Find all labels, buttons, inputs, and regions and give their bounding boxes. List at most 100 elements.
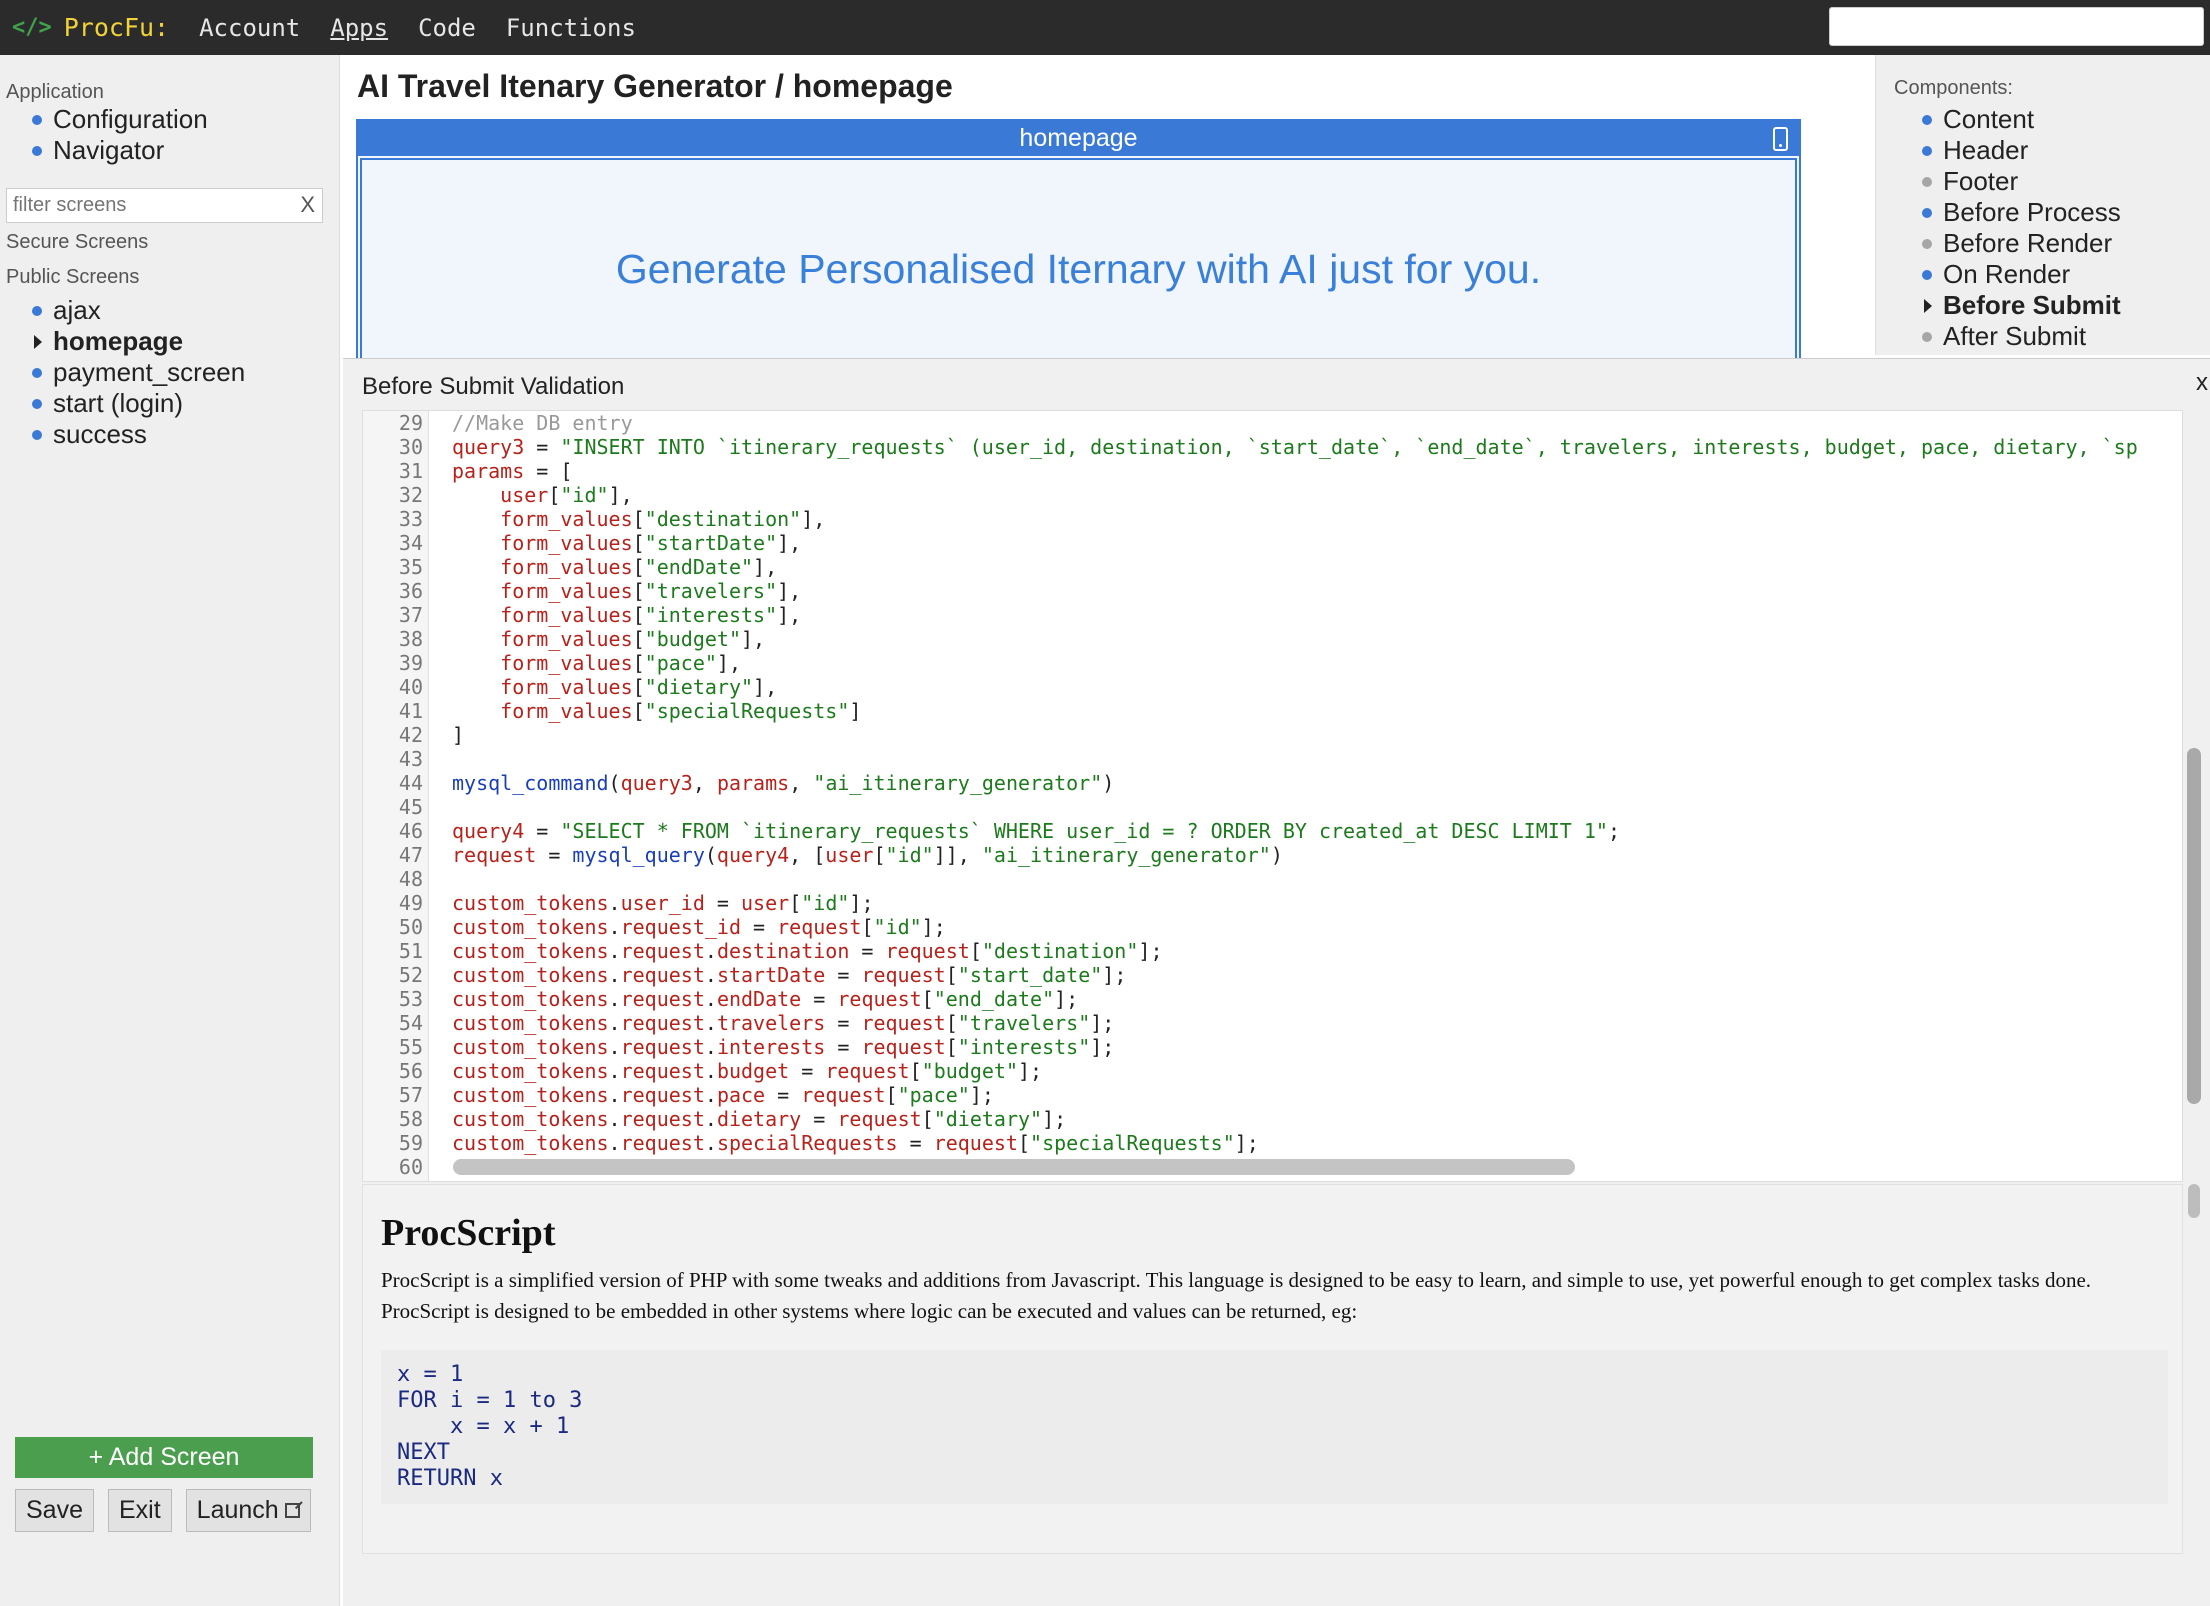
- component-label: Footer: [1943, 166, 2019, 196]
- line-number: 46: [398, 819, 423, 843]
- sidebar-item-payment-screen[interactable]: payment_screen: [32, 357, 339, 388]
- line-number: 60: [398, 1155, 423, 1179]
- component-label: Header: [1943, 135, 2029, 165]
- code-line[interactable]: user["id"],: [452, 483, 632, 507]
- line-number: 43: [398, 747, 423, 771]
- filter-screens-input[interactable]: [7, 189, 322, 222]
- code-line[interactable]: query4 = "SELECT * FROM `itinerary_reque…: [452, 819, 1620, 843]
- editor-vertical-scrollbar[interactable]: [2187, 748, 2201, 1104]
- component-label: Content: [1943, 104, 2035, 134]
- launch-button[interactable]: Launch: [185, 1489, 311, 1532]
- mobile-phone-icon[interactable]: [1773, 127, 1788, 151]
- docs-code-example: x = 1 FOR i = 1 to 3 x = x + 1 NEXT RETU…: [381, 1350, 2168, 1504]
- code-line[interactable]: custom_tokens.request.startDate = reques…: [452, 963, 1126, 987]
- code-line[interactable]: custom_tokens.request_id = request["id"]…: [452, 915, 946, 939]
- code-line[interactable]: form_values["pace"],: [452, 651, 741, 675]
- line-number: 35: [398, 555, 423, 579]
- nav-apps[interactable]: Apps: [330, 14, 388, 42]
- code-line[interactable]: params = [: [452, 459, 572, 483]
- code-line[interactable]: form_values["interests"],: [452, 603, 801, 627]
- brand[interactable]: </> ProcFu:: [12, 13, 169, 42]
- bullet-icon: [32, 114, 42, 125]
- line-number: 54: [398, 1011, 423, 1035]
- overlay-title: Before Submit Validation: [362, 373, 625, 400]
- code-line[interactable]: form_values["destination"],: [452, 507, 825, 531]
- bullet-icon: [1922, 176, 1932, 187]
- secure-screens-heading: Secure Screens: [6, 231, 149, 253]
- component-label: On Render: [1943, 259, 2071, 289]
- nav-functions[interactable]: Functions: [506, 14, 636, 42]
- code-line[interactable]: form_values["specialRequests"]: [452, 699, 861, 723]
- code-line[interactable]: custom_tokens.request.pace = request["pa…: [452, 1083, 994, 1107]
- component-after-submit[interactable]: After Submit: [1922, 321, 2210, 352]
- caret-right-icon: [34, 334, 42, 349]
- component-before-submit[interactable]: Before Submit: [1922, 290, 2210, 321]
- code-line[interactable]: //Make DB entry: [452, 411, 633, 435]
- clear-filter-icon[interactable]: X: [300, 192, 315, 218]
- code-line[interactable]: custom_tokens.request.budget = request["…: [452, 1059, 1042, 1083]
- sidebar-item-label: Configuration: [53, 104, 208, 134]
- component-label: Before Render: [1943, 228, 2113, 258]
- code-line[interactable]: custom_tokens.request.endDate = request[…: [452, 987, 1078, 1011]
- code-line[interactable]: custom_tokens.request.interests = reques…: [452, 1035, 1114, 1059]
- sidebar-item-configuration[interactable]: Configuration: [32, 104, 339, 135]
- nav-account[interactable]: Account: [199, 14, 300, 42]
- bullet-icon: [32, 145, 42, 156]
- nav-code[interactable]: Code: [418, 14, 476, 42]
- component-before-render[interactable]: Before Render: [1922, 228, 2210, 259]
- component-content[interactable]: Content: [1922, 104, 2210, 135]
- code-line[interactable]: query3 = "INSERT INTO `itinerary_request…: [452, 435, 2138, 459]
- code-line[interactable]: mysql_command(query3, params, "ai_itiner…: [452, 771, 1114, 795]
- code-line[interactable]: custom_tokens.request.destination = requ…: [452, 939, 1163, 963]
- line-number: 51: [398, 939, 423, 963]
- docs-vertical-scrollbar[interactable]: [2188, 1184, 2200, 1218]
- code-line[interactable]: form_values["budget"],: [452, 627, 765, 651]
- preview-header: homepage: [358, 121, 1799, 156]
- line-number: 57: [398, 1083, 423, 1107]
- line-number: 59: [398, 1131, 423, 1155]
- code-line[interactable]: custom_tokens.user_id = user["id"];: [452, 891, 874, 915]
- code-line[interactable]: form_values["travelers"],: [452, 579, 801, 603]
- line-number: 32: [398, 483, 423, 507]
- exit-label: Exit: [118, 1496, 161, 1524]
- component-footer[interactable]: Footer: [1922, 166, 2210, 197]
- left-sidebar: Application Configuration Navigator X Se…: [0, 55, 340, 1606]
- code-line[interactable]: form_values["startDate"],: [452, 531, 801, 555]
- code-line[interactable]: custom_tokens.request.travelers = reques…: [452, 1011, 1114, 1035]
- line-number: 37: [398, 603, 423, 627]
- code-editor[interactable]: 29 //Make DB entry 30 query3 = "INSERT INTO…: [362, 410, 2183, 1182]
- public-screens-heading: Public Screens: [6, 266, 140, 288]
- add-screen-button[interactable]: + Add Screen: [15, 1437, 313, 1478]
- component-header[interactable]: Header: [1922, 135, 2210, 166]
- line-number: 34: [398, 531, 423, 555]
- sidebar-item-ajax[interactable]: ajax: [32, 295, 339, 326]
- exit-button[interactable]: Exit: [107, 1489, 172, 1532]
- save-button[interactable]: Save: [15, 1489, 94, 1532]
- sidebar-item-start-login[interactable]: start (login): [32, 388, 339, 419]
- bullet-icon: [1922, 114, 1932, 125]
- line-number: 42: [398, 723, 423, 747]
- preview-header-label: homepage: [1019, 124, 1138, 152]
- code-line[interactable]: form_values["endDate"],: [452, 555, 777, 579]
- code-line[interactable]: ]: [452, 723, 464, 747]
- filter-screens-box: X: [6, 188, 323, 223]
- screen-preview: homepage Generate Personalised Iternary …: [356, 119, 1801, 359]
- line-number: 47: [398, 843, 423, 867]
- horizontal-scrollbar[interactable]: [453, 1159, 1575, 1175]
- top-search-input[interactable]: [1829, 7, 2204, 46]
- component-on-render[interactable]: On Render: [1922, 259, 2210, 290]
- line-number: 50: [398, 915, 423, 939]
- component-before-process[interactable]: Before Process: [1922, 197, 2210, 228]
- code-line[interactable]: custom_tokens.request.dietary = request[…: [452, 1107, 1066, 1131]
- code-line[interactable]: custom_tokens.request.specialRequests = …: [452, 1131, 1259, 1155]
- code-line[interactable]: form_values["dietary"],: [452, 675, 777, 699]
- line-number: 29: [398, 411, 423, 435]
- line-number: 55: [398, 1035, 423, 1059]
- component-label: Before Process: [1943, 197, 2121, 227]
- close-icon[interactable]: x: [2196, 369, 2208, 397]
- sidebar-item-navigator[interactable]: Navigator: [32, 135, 339, 166]
- sidebar-item-success[interactable]: success: [32, 419, 339, 450]
- sidebar-item-homepage[interactable]: homepage: [32, 326, 339, 357]
- code-line[interactable]: request = mysql_query(query4, [user["id"…: [452, 843, 1283, 867]
- bullet-icon: [32, 429, 42, 440]
